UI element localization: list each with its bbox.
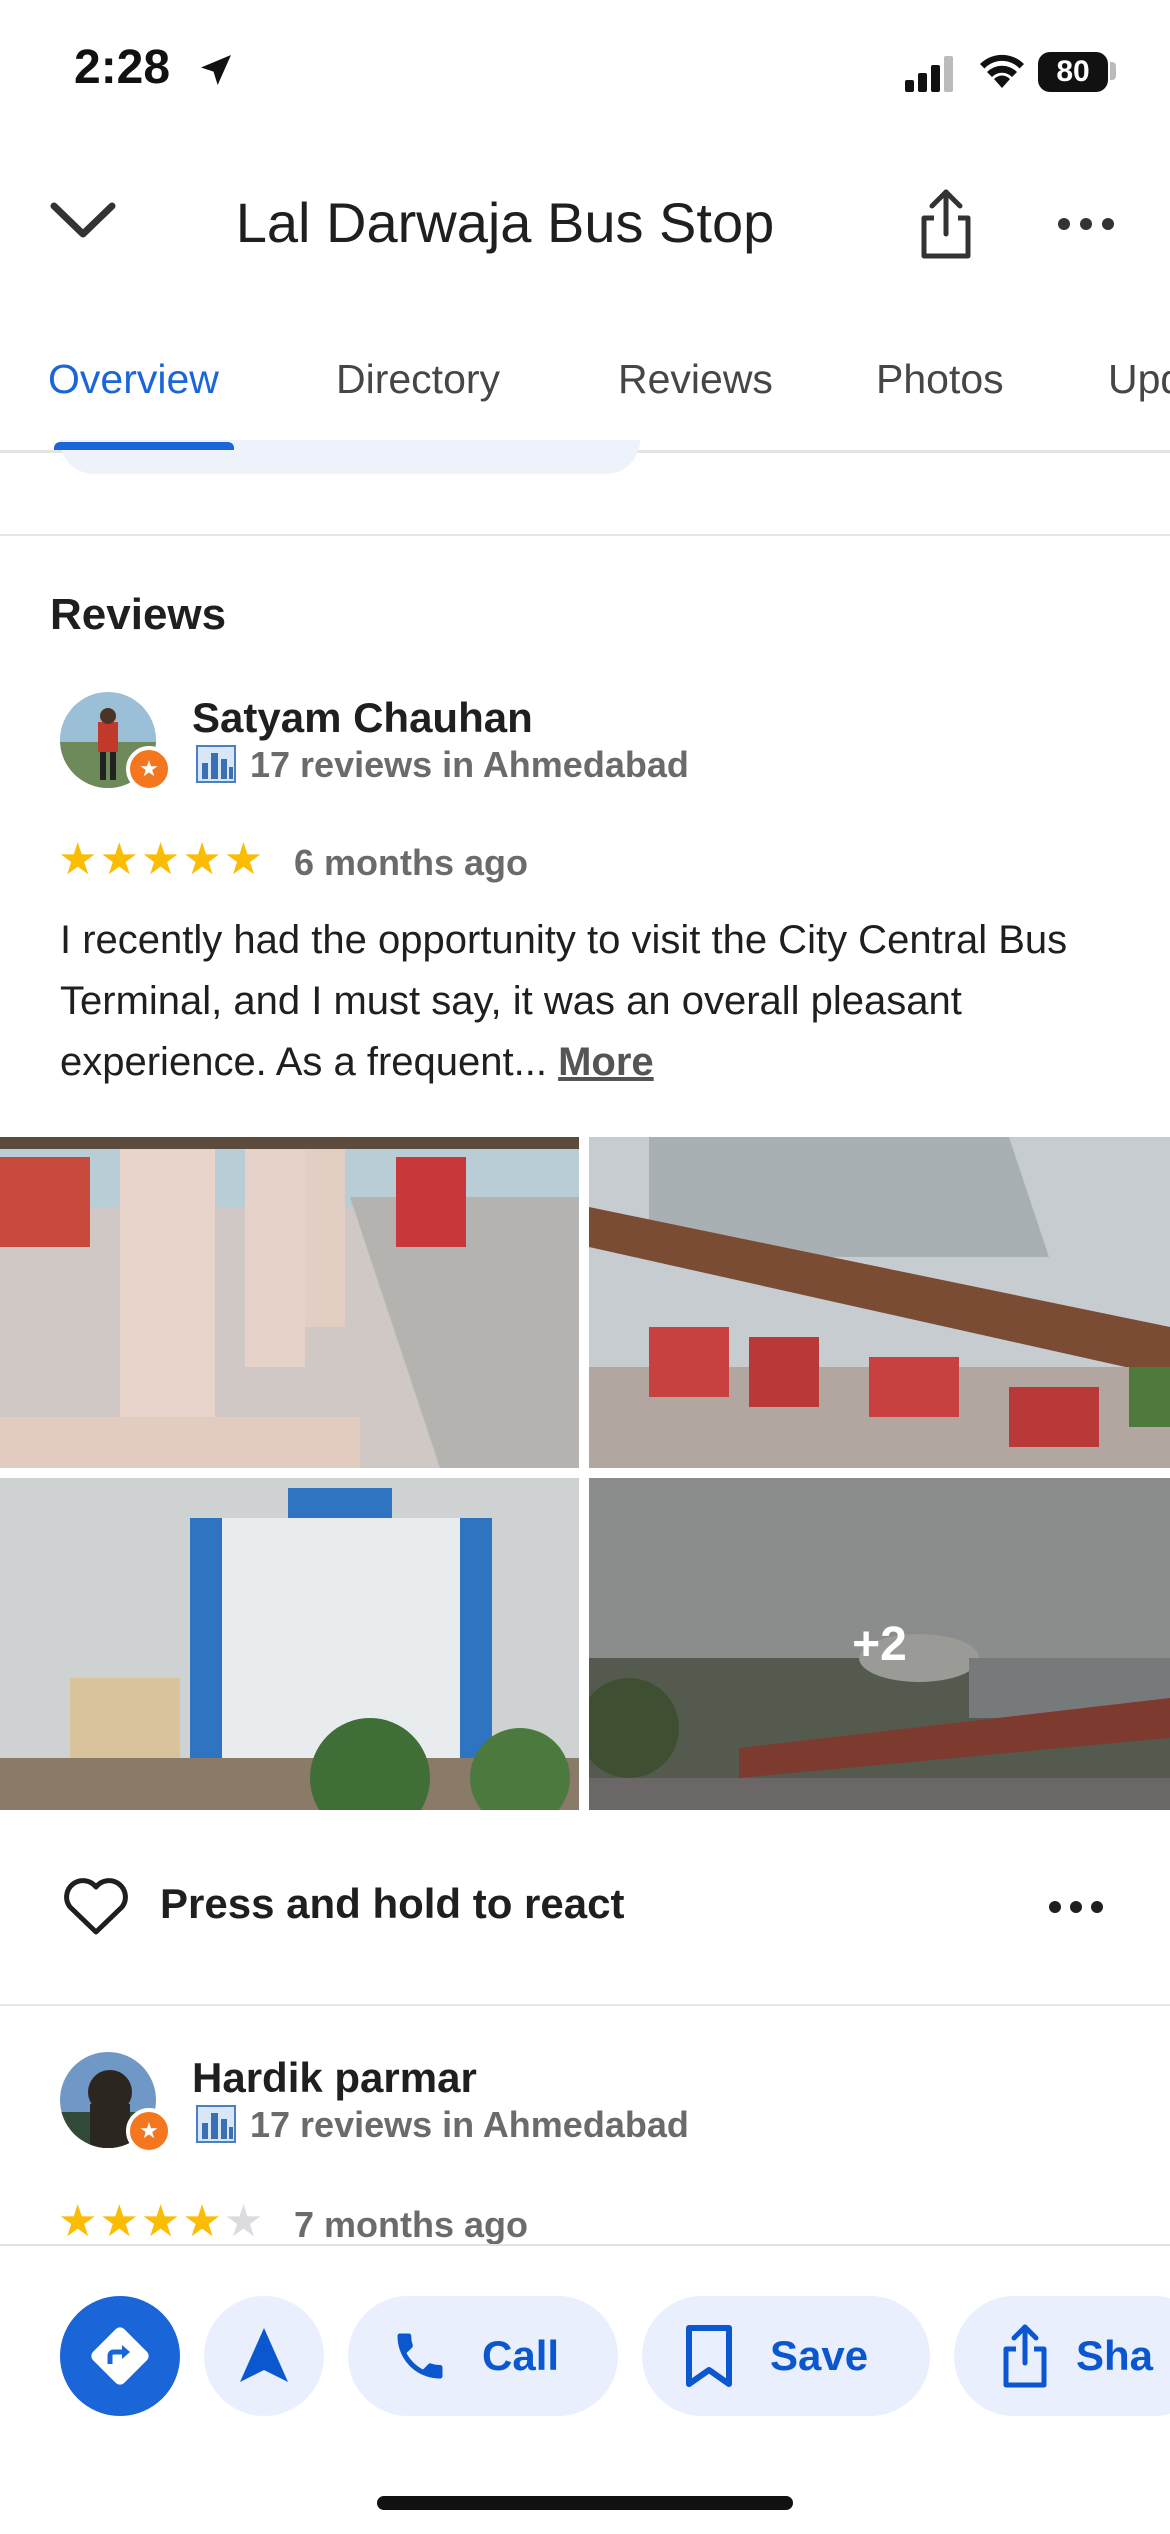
review-options-icon[interactable] (1048, 1896, 1104, 1923)
tab-directory[interactable]: Directory (336, 356, 500, 403)
bookmark-icon (686, 2325, 732, 2387)
call-button[interactable]: Call (348, 2296, 618, 2416)
cellular-signal-icon (905, 56, 957, 97)
review-photo-1[interactable] (0, 1137, 579, 1468)
local-guide-badge: ★ (126, 746, 172, 792)
reviewer-name[interactable]: Satyam Chauhan (192, 694, 533, 742)
reviewer-meta: 17 reviews in Ahmedabad (250, 2104, 689, 2145)
city-icon (196, 745, 236, 783)
directions-button[interactable] (60, 2296, 180, 2416)
review-photo-2[interactable] (589, 1137, 1170, 1468)
tab-overview[interactable]: Overview (48, 356, 219, 403)
place-tabs: Overview Directory Reviews Photos Upd (0, 330, 1170, 450)
review-time: 6 months ago (294, 842, 529, 883)
tab-reviews[interactable]: Reviews (618, 356, 773, 403)
more-photos-count: +2 (852, 1617, 907, 1671)
reviewer-meta: 17 reviews in Ahmedabad (250, 744, 689, 785)
call-label: Call (482, 2332, 560, 2379)
city-icon (196, 2105, 236, 2143)
share-label: Sha (1076, 2332, 1154, 2379)
phone-icon (397, 2333, 443, 2379)
share-icon[interactable] (914, 186, 978, 267)
start-navigation-button[interactable] (204, 2296, 324, 2416)
home-indicator[interactable] (377, 2496, 793, 2510)
review-photo-more[interactable]: +2 (589, 1478, 1170, 1810)
share-icon (1003, 2324, 1047, 2388)
place-title: Lal Darwaja Bus Stop (235, 191, 775, 254)
battery-indicator: 80 (1038, 52, 1108, 92)
more-options-icon[interactable] (1056, 210, 1116, 243)
battery-nub (1110, 62, 1116, 80)
save-button[interactable]: Save (642, 2296, 930, 2416)
review-divider (0, 2004, 1170, 2006)
filled-stars: ★★★★ (58, 2197, 224, 2246)
review-photo-3[interactable] (0, 1478, 579, 1810)
heart-icon[interactable] (62, 1876, 130, 1941)
react-prompt[interactable]: Press and hold to react (160, 1880, 624, 1928)
active-tab-indicator (54, 442, 234, 450)
wifi-icon (978, 50, 1026, 95)
section-divider (0, 534, 1170, 536)
reviews-heading: Reviews (50, 590, 227, 639)
more-link[interactable]: More (558, 1040, 654, 1084)
directions-icon (91, 2327, 149, 2385)
local-guide-badge: ★ (126, 2108, 172, 2154)
save-label: Save (770, 2332, 869, 2379)
empty-star: ★ (223, 2197, 266, 2246)
review-text: I recently had the opportunity to visit … (60, 910, 1120, 1093)
location-arrow-icon (196, 50, 236, 95)
navigation-arrow-icon (240, 2328, 288, 2382)
rating-stars: ★★★★★ (58, 2196, 265, 2247)
reviewer-name[interactable]: Hardik parmar (192, 2054, 477, 2102)
rating-stars: ★★★★★ (58, 835, 266, 884)
tab-updates[interactable]: Upd (1108, 356, 1170, 403)
tab-photos[interactable]: Photos (876, 356, 1004, 403)
share-button[interactable]: Sha (954, 2296, 1170, 2416)
review-time: 7 months ago (294, 2204, 529, 2245)
status-time: 2:28 (74, 41, 171, 94)
